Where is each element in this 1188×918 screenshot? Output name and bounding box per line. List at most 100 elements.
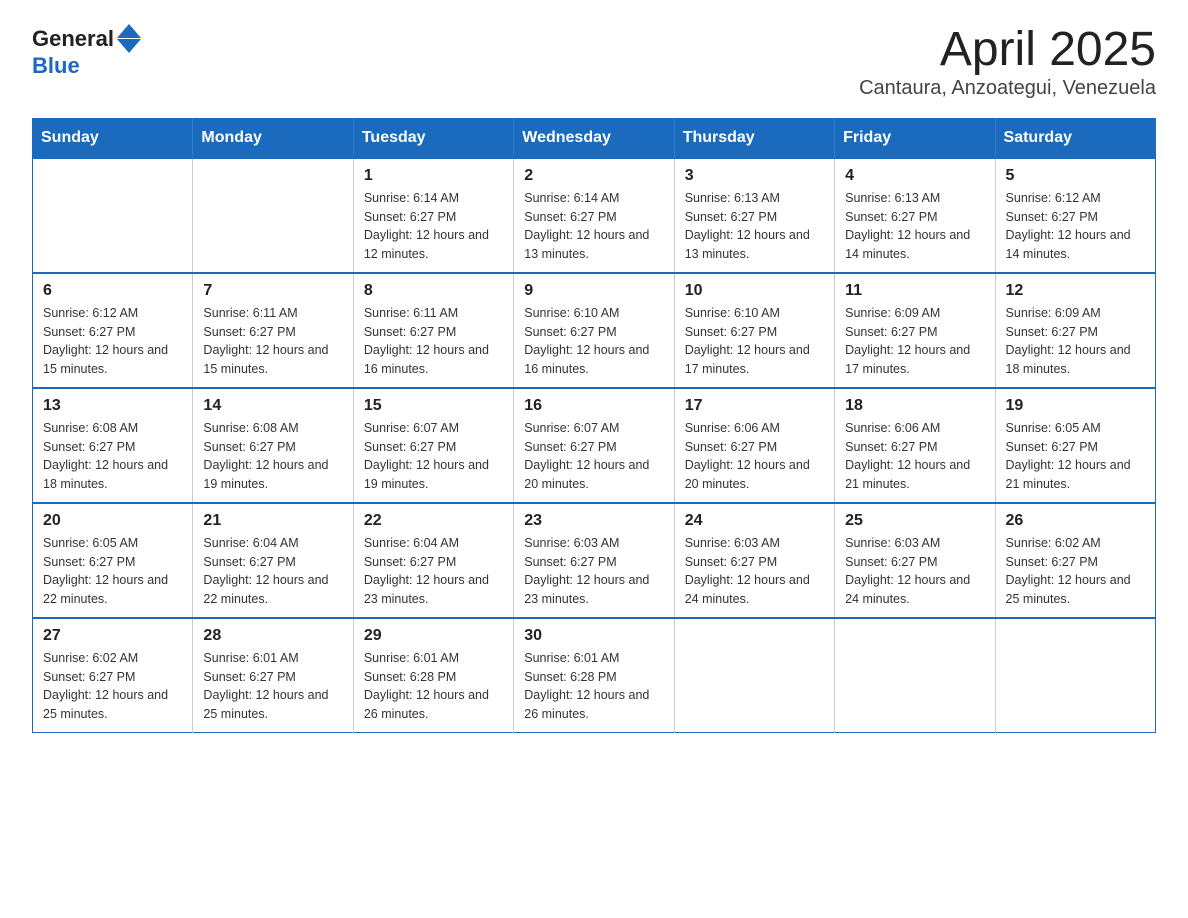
day-number: 26: [1006, 512, 1145, 530]
page-title: April 2025: [859, 24, 1156, 77]
day-info: Sunrise: 6:04 AMSunset: 6:27 PMDaylight:…: [203, 534, 342, 609]
day-cell: 1Sunrise: 6:14 AMSunset: 6:27 PMDaylight…: [353, 158, 513, 273]
day-cell: 29 Sunrise: 6:01 AMSunset: 6:28 PMDayligh…: [353, 618, 513, 733]
day-cell: 30Sunrise: 6:01 AMSunset: 6:28 PMDayligh…: [514, 618, 674, 733]
day-info: Sunrise: 6:12 AMSunset: 6:27 PMDaylight:…: [1006, 189, 1145, 264]
day-cell: 7 Sunrise: 6:11 AMSunset: 6:27 PMDaylight…: [193, 273, 353, 388]
day-info: Sunrise: 6:03 AMSunset: 6:27 PMDaylight:…: [685, 534, 824, 609]
day-number: 16: [524, 397, 663, 415]
day-number: 7: [203, 282, 342, 300]
calendar-table: Sunday Monday Tuesday Wednesday Thursday…: [32, 118, 1156, 733]
day-info: Sunrise: 6:10 AMSunset: 6:27 PMDaylight:…: [685, 304, 824, 379]
day-number: 9: [524, 282, 663, 300]
day-cell: 28 Sunrise: 6:01 AMSunset: 6:27 PMDayligh…: [193, 618, 353, 733]
day-number: 14: [203, 397, 342, 415]
week-row-2: 6 Sunrise: 6:12 AMSunset: 6:27 PMDaylight…: [33, 273, 1156, 388]
day-number: 4: [845, 167, 984, 185]
day-number: 13: [43, 397, 182, 415]
day-cell: 11 Sunrise: 6:09 AMSunset: 6:27 PMDayligh…: [835, 273, 995, 388]
col-saturday: Saturday: [995, 118, 1155, 158]
day-info: Sunrise: 6:13 AMSunset: 6:27 PMDaylight:…: [845, 189, 984, 264]
day-cell: 23Sunrise: 6:03 AMSunset: 6:27 PMDayligh…: [514, 503, 674, 618]
day-info: Sunrise: 6:04 AMSunset: 6:27 PMDaylight:…: [364, 534, 503, 609]
week-row-1: 1Sunrise: 6:14 AMSunset: 6:27 PMDaylight…: [33, 158, 1156, 273]
day-info: Sunrise: 6:13 AMSunset: 6:27 PMDaylight:…: [685, 189, 824, 264]
day-number: 25: [845, 512, 984, 530]
day-info: Sunrise: 6:09 AMSunset: 6:27 PMDaylight:…: [845, 304, 984, 379]
day-number: 28: [203, 627, 342, 645]
day-info: Sunrise: 6:08 AMSunset: 6:27 PMDaylight:…: [203, 419, 342, 494]
day-info: Sunrise: 6:05 AMSunset: 6:27 PMDaylight:…: [1006, 419, 1145, 494]
day-info: Sunrise: 6:12 AMSunset: 6:27 PMDaylight:…: [43, 304, 182, 379]
col-monday: Monday: [193, 118, 353, 158]
col-thursday: Thursday: [674, 118, 834, 158]
day-number: 2: [524, 167, 663, 185]
day-info: Sunrise: 6:07 AMSunset: 6:27 PMDaylight:…: [524, 419, 663, 494]
day-number: 12: [1006, 282, 1145, 300]
week-row-4: 20Sunrise: 6:05 AMSunset: 6:27 PMDayligh…: [33, 503, 1156, 618]
day-cell: [835, 618, 995, 733]
day-info: Sunrise: 6:11 AMSunset: 6:27 PMDaylight:…: [203, 304, 342, 379]
day-info: Sunrise: 6:11 AMSunset: 6:27 PMDaylight:…: [364, 304, 503, 379]
day-cell: 14 Sunrise: 6:08 AMSunset: 6:27 PMDayligh…: [193, 388, 353, 503]
day-cell: 19 Sunrise: 6:05 AMSunset: 6:27 PMDayligh…: [995, 388, 1155, 503]
day-info: Sunrise: 6:01 AMSunset: 6:28 PMDaylight:…: [364, 649, 503, 724]
day-cell: 5 Sunrise: 6:12 AMSunset: 6:27 PMDaylight…: [995, 158, 1155, 273]
day-cell: 12 Sunrise: 6:09 AMSunset: 6:27 PMDayligh…: [995, 273, 1155, 388]
day-cell: [995, 618, 1155, 733]
day-info: Sunrise: 6:14 AMSunset: 6:27 PMDaylight:…: [364, 189, 503, 264]
day-info: Sunrise: 6:02 AMSunset: 6:27 PMDaylight:…: [1006, 534, 1145, 609]
logo-text-general: General: [32, 26, 114, 51]
day-info: Sunrise: 6:03 AMSunset: 6:27 PMDaylight:…: [845, 534, 984, 609]
day-cell: 22 Sunrise: 6:04 AMSunset: 6:27 PMDayligh…: [353, 503, 513, 618]
day-cell: 27 Sunrise: 6:02 AMSunset: 6:27 PMDayligh…: [33, 618, 193, 733]
day-info: Sunrise: 6:08 AMSunset: 6:27 PMDaylight:…: [43, 419, 182, 494]
day-cell: 25 Sunrise: 6:03 AMSunset: 6:27 PMDayligh…: [835, 503, 995, 618]
day-number: 23: [524, 512, 663, 530]
day-cell: 2Sunrise: 6:14 AMSunset: 6:27 PMDaylight…: [514, 158, 674, 273]
day-cell: 3 Sunrise: 6:13 AMSunset: 6:27 PMDaylight…: [674, 158, 834, 273]
day-info: Sunrise: 6:06 AMSunset: 6:27 PMDaylight:…: [845, 419, 984, 494]
day-number: 21: [203, 512, 342, 530]
day-cell: 26 Sunrise: 6:02 AMSunset: 6:27 PMDayligh…: [995, 503, 1155, 618]
day-number: 5: [1006, 167, 1145, 185]
week-row-3: 13 Sunrise: 6:08 AMSunset: 6:27 PMDayligh…: [33, 388, 1156, 503]
week-row-5: 27 Sunrise: 6:02 AMSunset: 6:27 PMDayligh…: [33, 618, 1156, 733]
day-info: Sunrise: 6:01 AMSunset: 6:27 PMDaylight:…: [203, 649, 342, 724]
logo: General Blue: [32, 24, 141, 78]
day-number: 15: [364, 397, 503, 415]
day-cell: 21 Sunrise: 6:04 AMSunset: 6:27 PMDayligh…: [193, 503, 353, 618]
logo-triangle-bottom: [117, 39, 141, 53]
day-number: 20: [43, 512, 182, 530]
day-number: 27: [43, 627, 182, 645]
day-number: 6: [43, 282, 182, 300]
day-cell: 8 Sunrise: 6:11 AMSunset: 6:27 PMDaylight…: [353, 273, 513, 388]
day-cell: 6 Sunrise: 6:12 AMSunset: 6:27 PMDaylight…: [33, 273, 193, 388]
day-info: Sunrise: 6:02 AMSunset: 6:27 PMDaylight:…: [43, 649, 182, 724]
day-cell: 16 Sunrise: 6:07 AMSunset: 6:27 PMDayligh…: [514, 388, 674, 503]
day-number: 11: [845, 282, 984, 300]
day-number: 18: [845, 397, 984, 415]
col-wednesday: Wednesday: [514, 118, 674, 158]
day-number: 8: [364, 282, 503, 300]
day-info: Sunrise: 6:10 AMSunset: 6:27 PMDaylight:…: [524, 304, 663, 379]
header-row: Sunday Monday Tuesday Wednesday Thursday…: [33, 118, 1156, 158]
day-number: 17: [685, 397, 824, 415]
logo-triangle-top: [117, 24, 141, 38]
title-block: April 2025 Cantaura, Anzoategui, Venezue…: [859, 24, 1156, 100]
day-number: 3: [685, 167, 824, 185]
day-cell: 24Sunrise: 6:03 AMSunset: 6:27 PMDayligh…: [674, 503, 834, 618]
day-info: Sunrise: 6:06 AMSunset: 6:27 PMDaylight:…: [685, 419, 824, 494]
day-cell: 10Sunrise: 6:10 AMSunset: 6:27 PMDayligh…: [674, 273, 834, 388]
day-number: 29: [364, 627, 503, 645]
day-info: Sunrise: 6:07 AMSunset: 6:27 PMDaylight:…: [364, 419, 503, 494]
day-info: Sunrise: 6:09 AMSunset: 6:27 PMDaylight:…: [1006, 304, 1145, 379]
calendar-body: 1Sunrise: 6:14 AMSunset: 6:27 PMDaylight…: [33, 158, 1156, 733]
col-tuesday: Tuesday: [353, 118, 513, 158]
day-cell: [33, 158, 193, 273]
day-number: 22: [364, 512, 503, 530]
day-number: 19: [1006, 397, 1145, 415]
day-cell: 4 Sunrise: 6:13 AMSunset: 6:27 PMDaylight…: [835, 158, 995, 273]
page-subtitle: Cantaura, Anzoategui, Venezuela: [859, 77, 1156, 100]
calendar-header: Sunday Monday Tuesday Wednesday Thursday…: [33, 118, 1156, 158]
